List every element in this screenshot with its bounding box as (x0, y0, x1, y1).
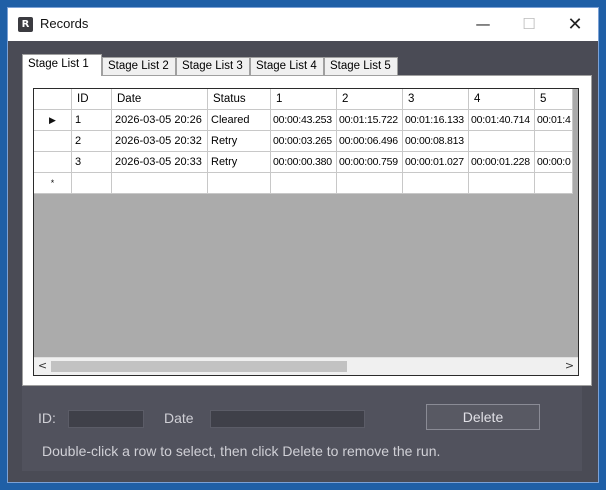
grid-cell[interactable]: 1 (72, 110, 112, 131)
column-header[interactable]: 1 (271, 89, 337, 110)
grid-cell[interactable]: 00:00:08.813 (403, 131, 469, 152)
grid-cell[interactable] (337, 173, 403, 194)
scroll-left-icon[interactable]: < (34, 358, 51, 375)
bottom-panel: ID: Date Delete Double-click a row to se… (22, 386, 582, 471)
grid-cell[interactable]: 2026-03-05 20:26 (112, 110, 208, 131)
grid-cell[interactable]: 00:00:06.496 (337, 131, 403, 152)
tab-stage-list-4[interactable]: Stage List 4 (250, 57, 324, 75)
grid-cell[interactable]: 00:00:43.253 (271, 110, 337, 131)
grid-cell[interactable]: 00:00:00.759 (337, 152, 403, 173)
scroll-right-icon[interactable]: > (561, 358, 578, 375)
app-icon: R (18, 17, 33, 32)
hint-text: Double-click a row to select, then click… (42, 443, 441, 459)
grid-cell[interactable] (72, 173, 112, 194)
maximize-button[interactable]: ☐ (506, 8, 552, 41)
tab-stage-list-1[interactable]: Stage List 1 (22, 54, 102, 76)
tab-page: ID Date Status 1 2 3 4 5 ▶ 1 2026-03-05 20:26 Clear… (22, 75, 592, 386)
grid-cell[interactable] (469, 173, 535, 194)
new-row-star-icon[interactable]: * (34, 173, 72, 194)
column-header[interactable]: Status (208, 89, 271, 110)
records-grid[interactable]: ID Date Status 1 2 3 4 5 ▶ 1 2026-03-05 20:26 Clear… (33, 88, 579, 376)
grid-cell[interactable] (208, 173, 271, 194)
grid-cell[interactable]: 2 (72, 131, 112, 152)
grid-cell[interactable] (535, 131, 573, 152)
grid-cell[interactable]: 00:00:01.228 (469, 152, 535, 173)
column-header[interactable]: 4 (469, 89, 535, 110)
tab-stage-list-2[interactable]: Stage List 2 (102, 57, 176, 75)
grid-cell[interactable] (469, 131, 535, 152)
minimize-button[interactable]: — (460, 8, 506, 41)
close-button[interactable]: ✕ (552, 8, 598, 41)
grid-cell[interactable]: 00:01:16.133 (403, 110, 469, 131)
horizontal-scrollbar[interactable]: < > (34, 357, 578, 375)
grid-cell[interactable]: 2026-03-05 20:32 (112, 131, 208, 152)
row-header[interactable] (34, 152, 72, 173)
date-label: Date (164, 410, 194, 426)
grid-cell[interactable]: 00:00:03.265 (271, 131, 337, 152)
grid-corner (34, 89, 72, 110)
row-header[interactable] (34, 131, 72, 152)
current-row-arrow-icon[interactable]: ▶ (34, 110, 72, 131)
grid-cell[interactable]: 00:00:00.380 (271, 152, 337, 173)
delete-button[interactable]: Delete (426, 404, 540, 430)
column-header[interactable]: 3 (403, 89, 469, 110)
window-title: Records (40, 16, 89, 31)
column-header[interactable]: 5 (535, 89, 573, 110)
grid-cell[interactable]: 00:01:4 (535, 110, 573, 131)
grid-cell[interactable]: Cleared (208, 110, 271, 131)
grid-cell[interactable] (112, 173, 208, 194)
title-bar[interactable]: R Records — ☐ ✕ (8, 8, 598, 41)
date-field[interactable] (210, 410, 365, 428)
column-header[interactable]: ID (72, 89, 112, 110)
grid-cell[interactable]: 2026-03-05 20:33 (112, 152, 208, 173)
column-header[interactable]: 2 (337, 89, 403, 110)
grid-cell[interactable] (271, 173, 337, 194)
grid-cell[interactable]: 3 (72, 152, 112, 173)
scroll-thumb[interactable] (51, 361, 347, 372)
column-header[interactable]: Date (112, 89, 208, 110)
grid-cell[interactable]: 00:00:0 (535, 152, 573, 173)
id-label: ID: (38, 410, 56, 426)
tab-stage-list-3[interactable]: Stage List 3 (176, 57, 250, 75)
grid-cell[interactable]: 00:00:01.027 (403, 152, 469, 173)
grid-cell[interactable]: Retry (208, 131, 271, 152)
records-window: R Records — ☐ ✕ Stage List 1 Stage List … (7, 7, 599, 483)
grid-cell[interactable]: 00:01:40.714 (469, 110, 535, 131)
grid-cell[interactable] (403, 173, 469, 194)
grid-cell[interactable] (535, 173, 573, 194)
tab-stage-list-5[interactable]: Stage List 5 (324, 57, 398, 75)
id-field[interactable] (68, 410, 144, 428)
grid-cell[interactable]: 00:01:15.722 (337, 110, 403, 131)
grid-cell[interactable]: Retry (208, 152, 271, 173)
